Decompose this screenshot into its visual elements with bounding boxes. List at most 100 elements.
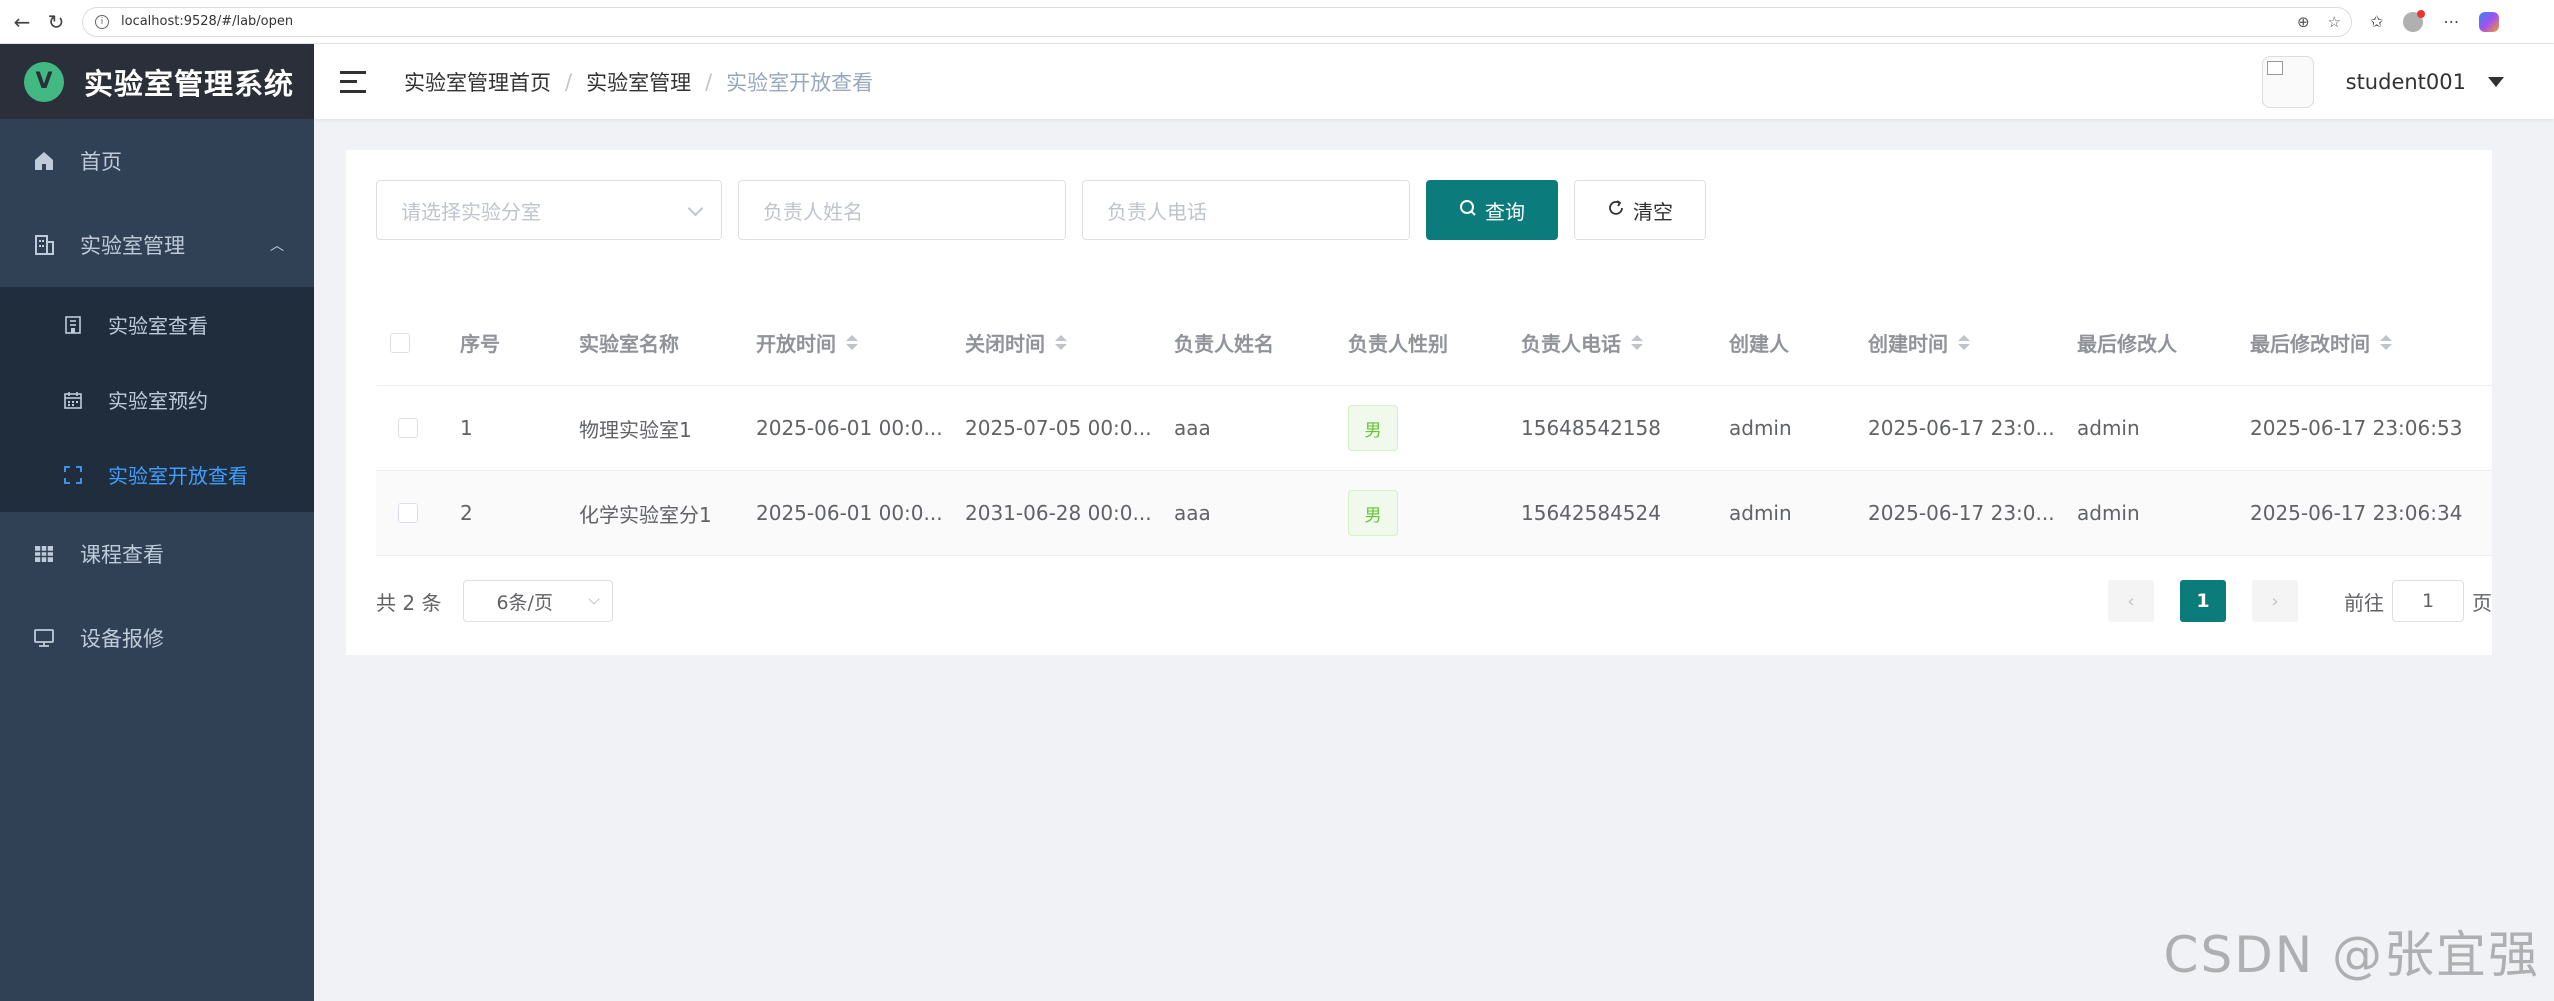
search-button[interactable]: 查询 xyxy=(1426,180,1558,240)
sidebar-item-label: 实验室查看 xyxy=(108,314,208,338)
filter-bar: 请选择实验分室 负责人姓名 负责人电话 查询 清空 xyxy=(376,180,1722,240)
breadcrumb-lab-management[interactable]: 实验室管理 xyxy=(586,67,691,97)
cell-creator: admin xyxy=(1729,501,1792,525)
col-lab-name: 实验室名称 xyxy=(579,332,679,356)
cell-open-time: 2025-06-01 00:0... xyxy=(756,416,943,440)
owner-name-input[interactable]: 负责人姓名 xyxy=(738,180,1066,240)
table-row[interactable]: 1 物理实验室1 2025-06-01 00:0... 2025-07-05 0… xyxy=(376,386,2492,471)
select-all-checkbox[interactable] xyxy=(390,332,410,353)
goto-suffix: 页 xyxy=(2472,590,2492,615)
full-screen-icon xyxy=(62,464,84,486)
col-open-time[interactable]: 开放时间 xyxy=(756,328,965,357)
browser-toolbar: ← ↻ i localhost:9528/#/lab/open ⊕ ☆ ✩ ⋯ xyxy=(0,0,2554,44)
building-icon xyxy=(32,233,56,257)
goto-page-input[interactable]: 1 xyxy=(2392,580,2464,622)
chevron-down-icon xyxy=(687,200,704,217)
breadcrumb: 实验室管理首页 / 实验室管理 / 实验室开放查看 xyxy=(404,67,873,97)
cell-created-time: 2025-06-17 23:0... xyxy=(1868,416,2055,440)
address-bar[interactable]: i localhost:9528/#/lab/open ⊕ ☆ xyxy=(82,6,2352,37)
page-number-button[interactable]: 1 xyxy=(2180,580,2226,622)
clear-button[interactable]: 清空 xyxy=(1574,180,1706,240)
sidebar-item-equipment-repair[interactable]: 设备报修 xyxy=(0,596,314,680)
monitor-icon xyxy=(32,626,56,650)
top-navbar: 实验室管理首页 / 实验室管理 / 实验室开放查看 student001 xyxy=(314,44,2554,119)
chevron-up-icon: ︿ xyxy=(270,238,284,254)
pagination: 共 2 条 6条/页 ‹ 1 › 前往 1 页 xyxy=(376,580,2492,622)
cell-lab-name: 物理实验室1 xyxy=(579,417,692,442)
cell-lab-name: 化学实验室分1 xyxy=(579,502,712,527)
table-row[interactable]: 2 化学实验室分1 2025-06-01 00:0... 2031-06-28 … xyxy=(376,471,2492,556)
chevron-right-icon: › xyxy=(2271,590,2279,612)
cell-created-time: 2025-06-17 23:0... xyxy=(1868,501,2055,525)
page-size-select[interactable]: 6条/页 xyxy=(463,580,614,622)
user-dropdown[interactable]: student001 xyxy=(2261,55,2504,108)
col-creator: 创建人 xyxy=(1729,332,1789,356)
sidebar-item-label: 实验室预约 xyxy=(108,389,208,413)
col-modified-time[interactable]: 最后修改时间 xyxy=(2250,328,2492,357)
calendar-icon xyxy=(62,389,84,411)
sidebar-item-lab-open-view[interactable]: 实验室开放查看 xyxy=(0,437,314,512)
sidebar-item-lab-view[interactable]: 实验室查看 xyxy=(0,287,314,362)
cell-creator: admin xyxy=(1729,416,1792,440)
owner-phone-placeholder: 负责人电话 xyxy=(1107,199,1207,224)
col-created-time[interactable]: 创建时间 xyxy=(1868,328,2077,357)
col-owner-phone[interactable]: 负责人电话 xyxy=(1521,328,1729,357)
col-close-time[interactable]: 关闭时间 xyxy=(965,328,1174,357)
row-checkbox[interactable] xyxy=(398,418,418,438)
sidebar: V 实验室管理系统 首页 实验室管理 ︿ 实验室查看 实验室预约 实验室开放查看… xyxy=(0,44,314,1001)
sort-icon[interactable] xyxy=(1055,335,1067,350)
menu-fold-icon[interactable] xyxy=(340,70,366,93)
cell-owner-name: aaa xyxy=(1174,501,1211,525)
gender-tag: 男 xyxy=(1348,405,1398,451)
sidebar-item-label: 课程查看 xyxy=(80,543,164,567)
sidebar-item-label: 实验室管理 xyxy=(80,234,185,258)
url-text: localhost:9528/#/lab/open xyxy=(121,14,294,29)
breadcrumb-home[interactable]: 实验室管理首页 xyxy=(404,67,551,97)
user-name[interactable]: student001 xyxy=(2346,70,2466,94)
back-arrow-icon[interactable]: ← xyxy=(10,10,34,34)
cell-index: 2 xyxy=(460,501,473,525)
next-page-button[interactable]: › xyxy=(2252,580,2298,622)
gender-tag: 男 xyxy=(1348,490,1398,536)
owner-phone-input[interactable]: 负责人电话 xyxy=(1082,180,1410,240)
zoom-icon[interactable]: ⊕ xyxy=(2297,13,2310,31)
clear-button-label: 清空 xyxy=(1633,199,1673,224)
sidebar-item-label: 首页 xyxy=(80,150,122,174)
sort-icon[interactable] xyxy=(2380,335,2392,350)
search-button-label: 查询 xyxy=(1485,199,1525,224)
sidebar-item-lab-management[interactable]: 实验室管理 ︿ xyxy=(0,203,314,287)
chevron-down-icon xyxy=(588,593,601,605)
chevron-left-icon: ‹ xyxy=(2127,590,2135,612)
sort-icon[interactable] xyxy=(1631,335,1643,350)
sidebar-item-label: 设备报修 xyxy=(80,627,164,651)
search-icon xyxy=(1459,199,1477,222)
site-info-icon[interactable]: i xyxy=(95,14,109,29)
sidebar-item-lab-reservation[interactable]: 实验室预约 xyxy=(0,362,314,437)
avatar[interactable] xyxy=(2261,55,2314,108)
row-checkbox[interactable] xyxy=(398,503,418,523)
favorite-star-icon[interactable]: ☆ xyxy=(2328,13,2341,31)
prev-page-button[interactable]: ‹ xyxy=(2108,580,2154,622)
caret-down-icon[interactable] xyxy=(2488,76,2504,87)
more-menu-icon[interactable]: ⋯ xyxy=(2443,12,2459,31)
favorites-icon[interactable]: ✩ xyxy=(2370,12,2383,31)
sort-icon[interactable] xyxy=(1958,335,1970,350)
col-index: 序号 xyxy=(460,332,500,356)
col-close-time-label: 关闭时间 xyxy=(965,332,1045,356)
logo[interactable]: V 实验室管理系统 xyxy=(0,44,314,119)
page-size-value: 6条/页 xyxy=(496,591,553,614)
home-icon xyxy=(32,149,56,173)
table-header-row: 序号 实验室名称 开放时间 关闭时间 负责人姓名 负责人性别 负责人电话 创建人… xyxy=(376,300,2492,386)
sidebar-item-courses[interactable]: 课程查看 xyxy=(0,512,314,596)
reload-icon[interactable]: ↻ xyxy=(44,10,68,34)
cell-modifier: admin xyxy=(2077,416,2140,440)
sort-icon[interactable] xyxy=(846,335,858,350)
lab-select[interactable]: 请选择实验分室 xyxy=(376,180,722,240)
sidebar-item-home[interactable]: 首页 xyxy=(0,119,314,203)
copilot-icon[interactable] xyxy=(2479,11,2500,32)
breadcrumb-separator: / xyxy=(565,69,573,94)
profile-avatar-icon[interactable] xyxy=(2403,9,2426,32)
breadcrumb-current: 实验室开放查看 xyxy=(726,70,874,95)
cell-owner-phone: 15648542158 xyxy=(1521,416,1661,440)
col-created-time-label: 创建时间 xyxy=(1868,332,1948,356)
